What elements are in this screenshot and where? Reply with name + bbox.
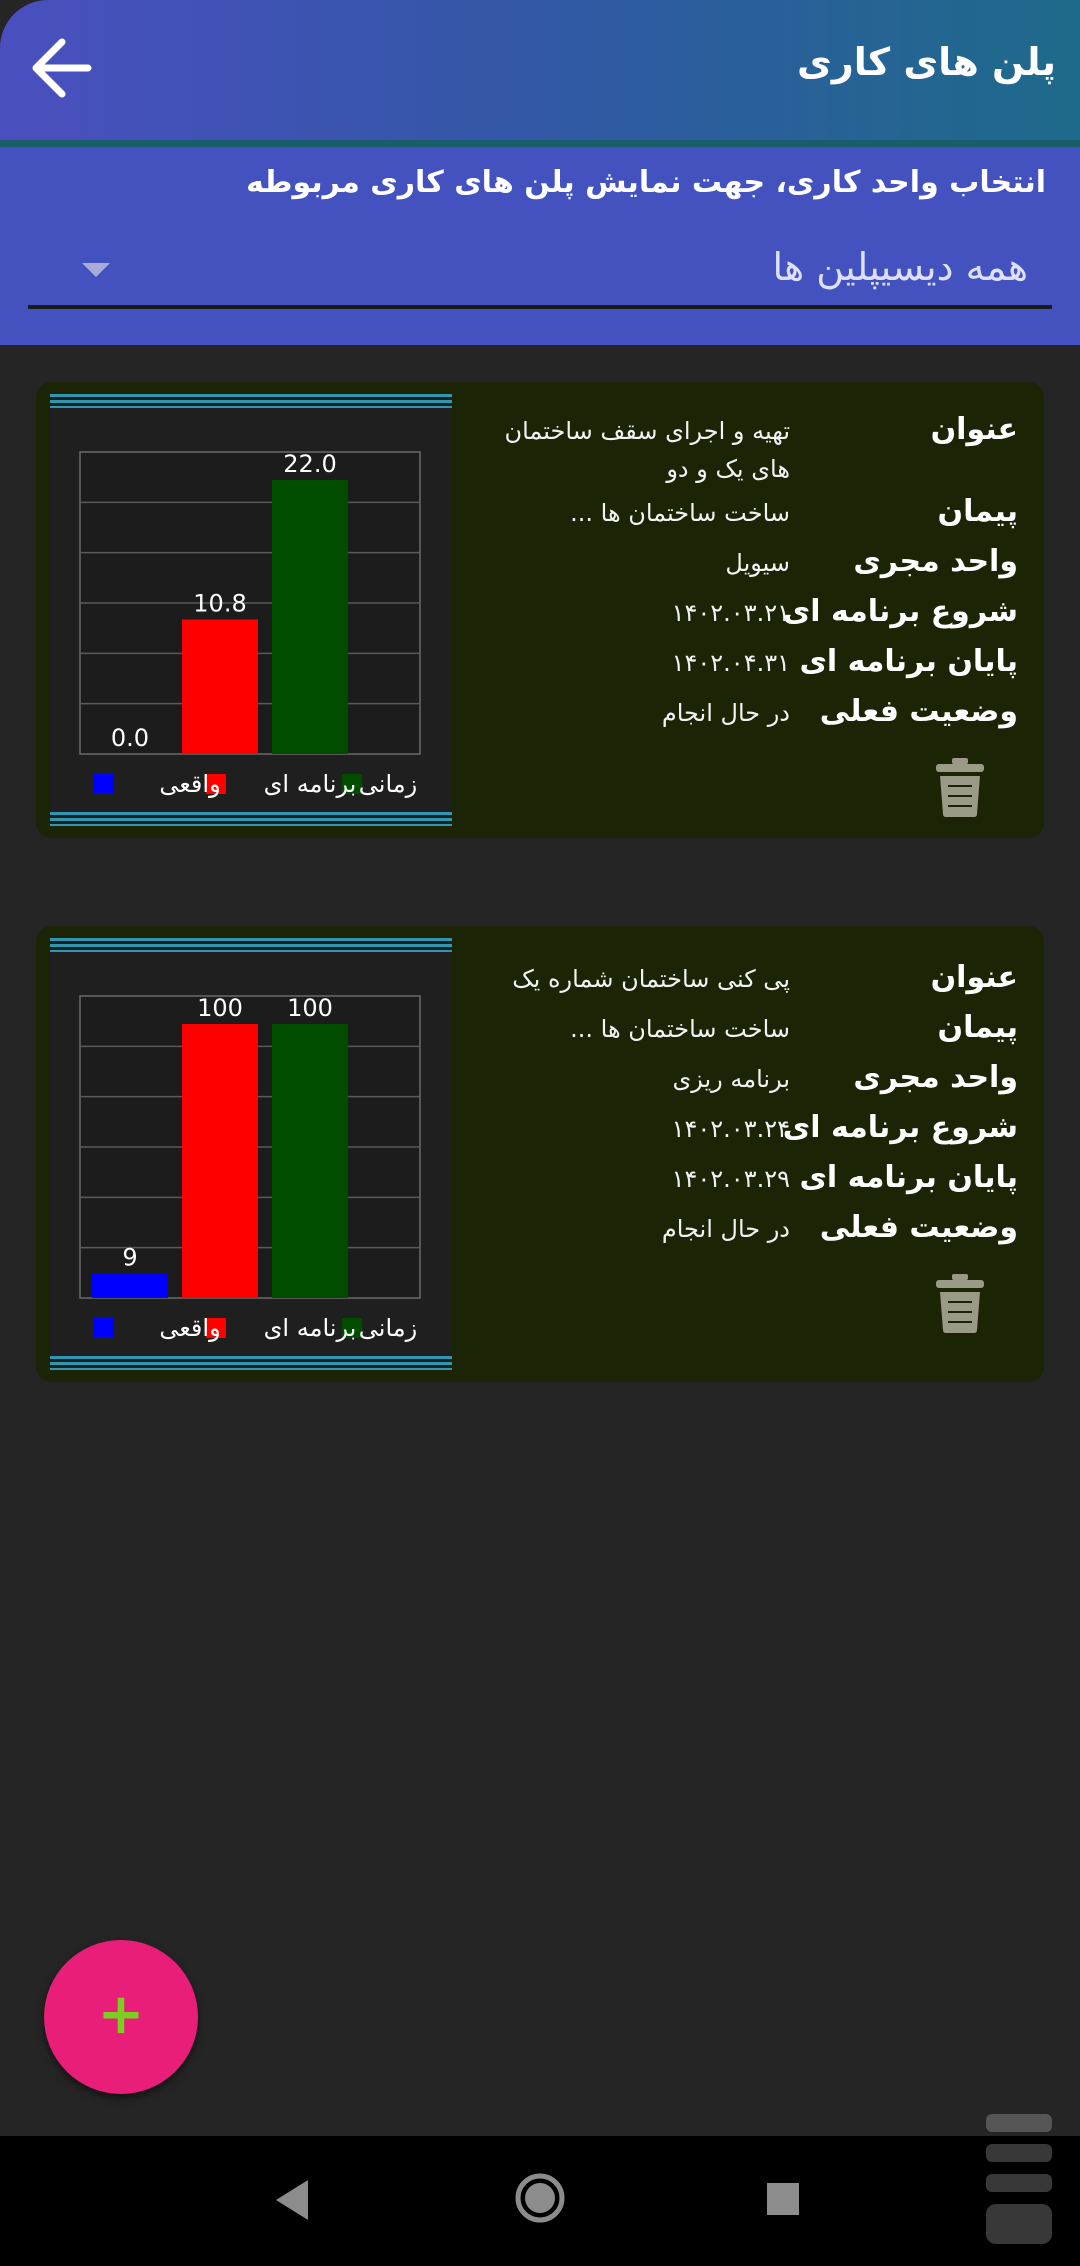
unit-label: واحد مجری: [853, 544, 1018, 579]
unit-label: واحد مجری: [853, 1060, 1018, 1095]
title-label: عنوان: [930, 960, 1018, 995]
start-value: ۱۴۰۲.۰۳.۲۱: [671, 599, 790, 627]
contract-value: ساخت ساختمان ها ...: [570, 1015, 790, 1043]
end-value: ۱۴۰۲.۰۴.۳۱: [671, 649, 790, 677]
filter-panel: انتخاب واحد کاری، جهت نمایش پلن های کاری…: [0, 147, 1080, 345]
status-label: وضعیت فعلی: [819, 1210, 1018, 1245]
status-value: در حال انجام: [661, 1215, 790, 1243]
unit-value: برنامه ریزی: [672, 1065, 790, 1093]
chart-bottom-border: [50, 812, 452, 826]
trash-icon: [936, 758, 984, 817]
bar-value-label-planned: 10.8: [193, 589, 246, 617]
back-button[interactable]: [24, 26, 114, 110]
progress-bar-chart: 0.0 10.8 22.0 زمانیبرنامه ای واقعی: [79, 450, 421, 798]
bar-actual: [92, 1273, 168, 1298]
watermark-logo-icon: [986, 2114, 1052, 2244]
plan-chart: 0.0 10.8 22.0 زمانی برنامه ای واقعی: [50, 394, 452, 826]
status-label: وضعیت فعلی: [819, 694, 1018, 729]
title-value: تهیه و اجرای سقف ساختمان های یک و دو: [504, 417, 790, 483]
plus-icon: +: [97, 1982, 145, 2047]
system-nav-bar: [0, 2136, 1080, 2266]
unit-row: واحد مجری برنامه ریزی: [458, 1060, 1018, 1100]
bar-value-label-time: 100: [287, 994, 333, 1022]
status-row: وضعیت فعلی در حال انجام: [458, 1210, 1018, 1250]
nav-back-button[interactable]: [272, 2178, 312, 2226]
legend-label-planned: برنامه ای: [264, 770, 357, 798]
plan-info: عنوان پی کنی ساختمان شماره یک پیمان ساخت…: [454, 926, 1044, 1382]
dropdown-arrow-icon: [82, 263, 110, 277]
progress-bar-chart: 9 100 100 زمانیبرنامه ای واقعی: [79, 994, 421, 1342]
status-value: در حال انجام: [661, 699, 790, 727]
delete-button[interactable]: [934, 756, 986, 818]
chart-bottom-border: [50, 1356, 452, 1370]
contract-row: پیمان ساخت ساختمان ها ...: [458, 494, 1018, 534]
start-value: ۱۴۰۲.۰۳.۲۴: [671, 1115, 790, 1143]
title-value: پی کنی ساختمان شماره یک: [512, 965, 790, 993]
unit-row: واحد مجری سیویل: [458, 544, 1018, 584]
bar-time: [272, 1024, 348, 1298]
start-row: شروع برنامه ای ۱۴۰۲.۰۳.۲۱: [458, 594, 1018, 634]
title-row: عنوان پی کنی ساختمان شماره یک: [458, 960, 1018, 1000]
bar-planned: [182, 1024, 258, 1298]
legend-label-actual: واقعی: [159, 770, 220, 798]
app-bar: پلن های کاری: [0, 0, 1080, 140]
discipline-dropdown[interactable]: همه دیسیپلین ها: [28, 237, 1052, 309]
title-label: عنوان: [930, 412, 1018, 447]
start-row: شروع برنامه ای ۱۴۰۲.۰۳.۲۴: [458, 1110, 1018, 1150]
nav-home-button[interactable]: [514, 2172, 566, 2228]
filter-label: انتخاب واحد کاری، جهت نمایش پلن های کاری…: [246, 165, 1046, 200]
end-row: پایان برنامه ای ۱۴۰۲.۰۴.۳۱: [458, 644, 1018, 684]
arrow-left-icon: [32, 38, 92, 98]
legend-label-actual: واقعی: [159, 1314, 220, 1342]
start-label: شروع برنامه ای: [782, 594, 1018, 629]
plan-chart: 9 100 100 زمانی برنامه ای واقعی: [50, 938, 452, 1370]
bar-value-label-time: 22.0: [283, 450, 336, 478]
end-label: پایان برنامه ای: [799, 1160, 1018, 1195]
bar-planned: [182, 619, 258, 754]
delete-button[interactable]: [934, 1272, 986, 1334]
status-row: وضعیت فعلی در حال انجام: [458, 694, 1018, 734]
triangle-back-icon: [276, 2180, 308, 2220]
circle-home-icon: [515, 2173, 565, 2223]
bar-value-label-actual: 9: [122, 1243, 137, 1271]
page-title: پلن های کاری: [797, 40, 1056, 84]
start-label: شروع برنامه ای: [782, 1110, 1018, 1145]
plan-info: عنوان تهیه و اجرای سقف ساختمان های یک و …: [454, 382, 1044, 838]
bar-value-label-actual: 0.0: [111, 724, 149, 752]
nav-recents-button[interactable]: [766, 2182, 800, 2220]
legend-label-time: زمانی: [359, 1314, 417, 1342]
legend-swatch-actual: [94, 774, 114, 794]
end-label: پایان برنامه ای: [799, 644, 1018, 679]
contract-row: پیمان ساخت ساختمان ها ...: [458, 1010, 1018, 1050]
dropdown-selected-value: همه دیسیپلین ها: [772, 245, 1028, 289]
bar-time: [272, 480, 348, 754]
end-value: ۱۴۰۲.۰۳.۲۹: [671, 1165, 790, 1193]
add-plan-button[interactable]: +: [44, 1940, 198, 2094]
trash-icon: [936, 1274, 984, 1333]
end-row: پایان برنامه ای ۱۴۰۲.۰۳.۲۹: [458, 1160, 1018, 1200]
title-row: عنوان تهیه و اجرای سقف ساختمان های یک و …: [458, 412, 1018, 488]
legend-label-time: زمانی: [359, 770, 417, 798]
plan-card[interactable]: 9 100 100 زمانی برنامه ای واقعی عنوان پی کنی …: [36, 926, 1044, 1382]
legend-label-planned: برنامه ای: [264, 1314, 357, 1342]
square-recents-icon: [767, 2183, 799, 2215]
contract-label: پیمان: [937, 494, 1019, 529]
contract-value: ساخت ساختمان ها ...: [570, 499, 790, 527]
plan-card[interactable]: 0.0 10.8 22.0 زمانی برنامه ای واقعی عنوان تهی…: [36, 382, 1044, 838]
app-bar-divider: [0, 140, 1080, 147]
legend-swatch-actual: [94, 1318, 114, 1338]
contract-label: پیمان: [937, 1010, 1019, 1045]
unit-value: سیویل: [725, 549, 790, 577]
bar-value-label-planned: 100: [197, 994, 243, 1022]
